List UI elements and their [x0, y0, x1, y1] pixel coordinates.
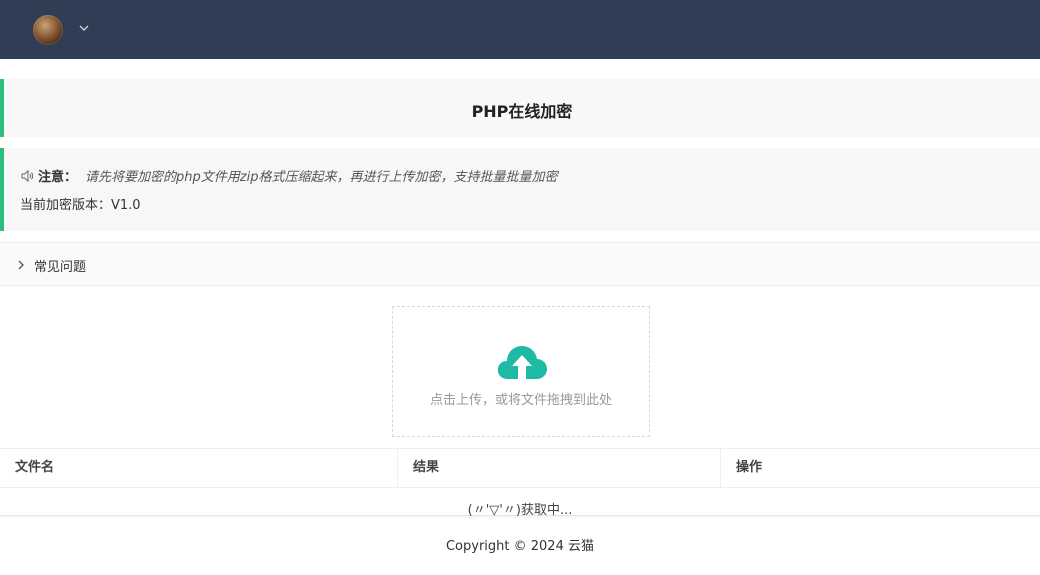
chevron-down-icon[interactable] [76, 20, 92, 36]
upload-dropzone[interactable]: 点击上传，或将文件拖拽到此处 [392, 306, 650, 437]
cloud-upload-icon [495, 343, 549, 383]
faq-label: 常见问题 [34, 260, 87, 275]
user-avatar-icon[interactable] [33, 15, 63, 45]
upload-hint: 点击上传，或将文件拖拽到此处 [429, 393, 612, 408]
page-title: PHP在线加密 [471, 102, 573, 121]
loading-text: (〃'▽'〃)获取中... [467, 503, 573, 518]
notice-box: 注意： 请先将要加密的php文件用zip格式压缩起来，再进行上传加密，支持批量批量… [0, 148, 1040, 231]
speaker-icon [20, 169, 34, 183]
table-body: (〃'▽'〃)获取中... [0, 488, 1040, 518]
notice-label: 注意： [38, 170, 78, 185]
column-header-filename: 文件名 [0, 449, 398, 487]
footer-copyright: Copyright © 2024 云猫 [445, 539, 594, 554]
faq-collapse[interactable]: 常见问题 [0, 242, 1040, 286]
notice-text: 请先将要加密的php文件用zip格式压缩起来，再进行上传加密，支持批量批量加密 [85, 170, 558, 185]
notice-line: 注意： 请先将要加密的php文件用zip格式压缩起来，再进行上传加密，支持批量批量… [20, 169, 557, 187]
column-header-action: 操作 [736, 460, 763, 475]
version-text: 当前加密版本：V1.0 [20, 198, 141, 213]
top-navbar [0, 0, 1040, 59]
title-section: PHP在线加密 [0, 79, 1040, 137]
table-header: 文件名 结果 操作 [0, 448, 1040, 488]
chevron-right-icon [14, 257, 28, 271]
column-header-result: 结果 [398, 449, 721, 487]
